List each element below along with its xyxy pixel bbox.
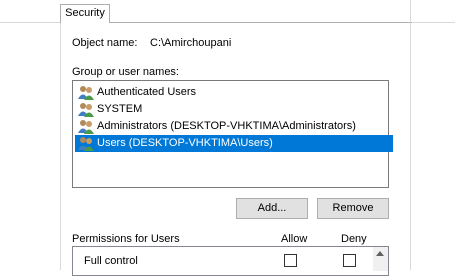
allow-column-header: Allow	[281, 233, 308, 245]
user-group-icon	[78, 120, 94, 134]
permissions-scrollbar[interactable]	[373, 247, 388, 271]
list-item-administrators[interactable]: Administrators (DESKTOP-VHKTIMA\Administ…	[75, 118, 362, 135]
panel-top-border	[60, 22, 412, 23]
deny-column-header: Deny	[341, 233, 367, 245]
list-item-system[interactable]: SYSTEM	[75, 101, 148, 118]
list-item-label: Authenticated Users	[97, 86, 197, 98]
list-item-authenticated-users[interactable]: Authenticated Users	[75, 84, 202, 101]
tab-security[interactable]: Security	[60, 4, 110, 23]
list-item-label: Administrators (DESKTOP-VHKTIMA\Administ…	[97, 120, 356, 132]
list-item-label: SYSTEM	[97, 103, 143, 115]
scroll-up-arrow-icon[interactable]	[376, 251, 384, 256]
panel-right-border	[410, 0, 411, 270]
object-name-value: C:\Amirchoupani	[150, 37, 232, 49]
permission-row-label: Full control	[84, 255, 138, 267]
add-button[interactable]: Add...	[236, 198, 308, 219]
list-item-users[interactable]: Users (DESKTOP-VHKTIMA\Users)	[75, 135, 393, 152]
remove-button[interactable]: Remove	[317, 198, 389, 219]
user-group-icon	[78, 86, 94, 100]
object-name-label: Object name:	[72, 37, 138, 49]
deny-full-control-checkbox[interactable]	[343, 254, 356, 267]
allow-full-control-checkbox[interactable]	[284, 254, 297, 267]
group-or-user-names-label: Group or user names:	[72, 66, 179, 78]
list-item-label: Users (DESKTOP-VHKTIMA\Users)	[97, 137, 273, 149]
user-group-icon	[78, 137, 94, 151]
panel-left-border	[60, 22, 61, 270]
user-group-icon	[78, 103, 94, 117]
group-user-listbox[interactable]: Authenticated Users SYSTEM Administrator…	[72, 80, 393, 188]
permissions-label: Permissions for Users	[72, 233, 180, 245]
